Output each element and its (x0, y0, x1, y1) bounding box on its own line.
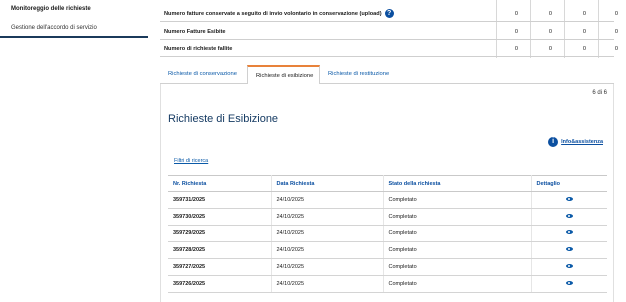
cell-nr: 359729/2025 (168, 225, 272, 243)
cell-nr: 359728/2025 (168, 241, 272, 260)
cell-dettaglio (531, 275, 607, 293)
eye-icon[interactable] (565, 247, 573, 252)
table-row: 359731/2025 24/10/2025 Completato (168, 191, 607, 209)
cell-dettaglio (531, 191, 607, 209)
eye-icon[interactable] (565, 213, 573, 218)
cell-stato: Completato (383, 208, 532, 226)
cell-stato: Completato (383, 191, 532, 209)
cell-nr: 359730/2025 (168, 208, 272, 226)
eye-icon[interactable] (565, 264, 573, 269)
cell-data: 24/10/2025 (271, 258, 384, 276)
cell-dettaglio (531, 208, 607, 226)
sidebar-item-monitoraggio[interactable]: Monitoreggio delle richieste (0, 0, 148, 18)
summary-label-text: Numero fatture conservate a seguito di i… (164, 11, 382, 17)
eye-icon[interactable] (565, 280, 573, 285)
sidebar: Monitoreggio delle richieste Gestione de… (0, 0, 148, 302)
cell-data: 24/10/2025 (271, 275, 384, 293)
summary-table: Numero fatture conservate a seguito di i… (160, 0, 626, 58)
sidebar-item-accordo[interactable]: Gestione dell'accordo di servizio (0, 18, 148, 38)
cell-nr: 359731/2025 (168, 191, 272, 209)
tab-esibizione[interactable]: Richieste di esibizione (247, 65, 320, 85)
summary-row-label: Numero di richieste fallite (164, 46, 233, 52)
table-row: 359730/2025 24/10/2025 Completato (168, 208, 607, 226)
summary-value: 0 (514, 11, 518, 17)
summary-row-label: Numero fatture conservate a seguito di i… (164, 7, 394, 22)
table-row: 359726/2025 24/10/2025 Completato (168, 275, 607, 293)
summary-value: 0 (514, 46, 518, 52)
info-assistenza-link[interactable]: i Info&assistenza (548, 137, 603, 147)
table-row: 359727/2025 24/10/2025 Completato (168, 258, 607, 276)
info-link-label: Info&assistenza (561, 139, 603, 145)
cell-data: 24/10/2025 (271, 241, 384, 260)
summary-row-label: Numero Fatture Esibite (164, 29, 226, 35)
requests-table: Nr. Richiesta Data Richiesta Stato della… (168, 175, 607, 293)
filtri-ricerca-link[interactable]: Filtri di ricerca (174, 158, 208, 164)
summary-row: Numero Fatture Esibite 0 0 0 0 (160, 25, 618, 40)
cell-data: 24/10/2025 (271, 191, 384, 209)
cell-stato: Completato (383, 275, 532, 293)
cell-stato: Completato (383, 241, 532, 260)
cell-dettaglio (531, 225, 607, 243)
eye-icon[interactable] (565, 196, 573, 201)
tab-bar: Richieste di conservazione Richieste di … (160, 65, 614, 85)
tab-conservazione[interactable]: Richieste di conservazione (160, 65, 247, 84)
table-row: 359728/2025 24/10/2025 Completato (168, 241, 607, 260)
eye-icon[interactable] (565, 230, 573, 235)
question-circle-icon[interactable]: ? (384, 9, 394, 19)
summary-value: 0 (582, 29, 586, 35)
cell-stato: Completato (383, 258, 532, 276)
col-dettaglio: Dettaglio (531, 175, 607, 192)
cell-data: 24/10/2025 (271, 225, 384, 243)
summary-value: 0 (614, 11, 618, 17)
summary-value: 0 (514, 29, 518, 35)
cell-nr: 359726/2025 (168, 275, 272, 293)
table-header-row: Nr. Richiesta Data Richiesta Stato della… (168, 175, 607, 192)
info-icon: i (548, 137, 559, 147)
summary-row: Numero di richieste fallite 0 0 0 0 (160, 42, 618, 57)
summary-value: 0 (582, 11, 586, 17)
pagination-count: 6 di 6 (592, 90, 607, 96)
summary-value: 0 (582, 46, 586, 52)
cell-dettaglio (531, 258, 607, 276)
col-nr-richiesta: Nr. Richiesta (168, 175, 272, 192)
col-data-richiesta: Data Richiesta (271, 175, 384, 192)
table-row: 359729/2025 24/10/2025 Completato (168, 225, 607, 243)
tab-panel: 6 di 6 Richieste di Esibizione i Info&as… (160, 84, 614, 302)
summary-row: Numero fatture conservate a seguito di i… (160, 7, 618, 22)
page-title: Richieste di Esibizione (168, 113, 279, 125)
cell-nr: 359727/2025 (168, 258, 272, 276)
summary-value: 0 (548, 11, 552, 17)
summary-value: 0 (548, 46, 552, 52)
cell-dettaglio (531, 241, 607, 260)
col-stato-richiesta: Stato della richiesta (383, 175, 532, 192)
cell-stato: Completato (383, 225, 532, 243)
summary-value: 0 (614, 46, 618, 52)
cell-data: 24/10/2025 (271, 208, 384, 226)
summary-value: 0 (548, 29, 552, 35)
summary-value: 0 (614, 29, 618, 35)
tab-restituzione[interactable]: Richieste di restituzione (320, 65, 410, 84)
